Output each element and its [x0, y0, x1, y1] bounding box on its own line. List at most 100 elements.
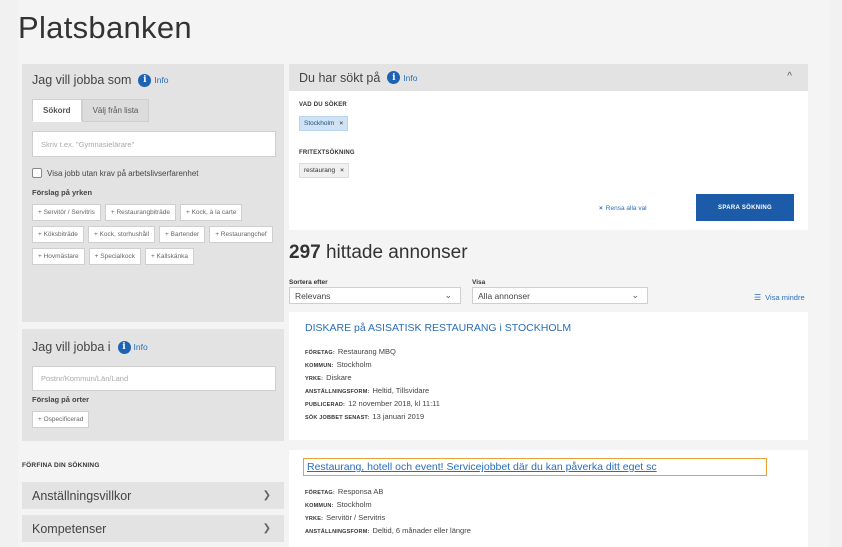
accordion-kompetenser[interactable]: Kompetenser ❯ — [22, 515, 284, 542]
list-icon: ☰ — [754, 293, 762, 302]
close-icon[interactable]: × — [340, 167, 344, 174]
job-search-heading: Jag vill jobba som — [32, 73, 132, 87]
chevron-up-icon[interactable]: ^ — [787, 71, 792, 82]
location-suggestions: + Ospecificerad — [32, 411, 280, 433]
clear-all-link[interactable]: × Rensa alla val — [599, 205, 647, 212]
job-listing-title[interactable]: Restaurang, hotell och event! Servicejob… — [303, 458, 767, 476]
meta-key: PUBLICERAD: — [305, 402, 346, 408]
meta-value: Restaurang MBQ — [337, 347, 396, 356]
meta-value: Stockholm — [336, 500, 372, 509]
search-tabs: Sökord Välj från lista — [32, 99, 150, 122]
suggestion-chip[interactable]: + Kock, à la carte — [179, 204, 243, 221]
suggestion-chip[interactable]: + Kock, storhushåll — [87, 226, 156, 243]
no-experience-checkbox[interactable] — [32, 168, 42, 178]
close-icon[interactable]: × — [339, 120, 343, 127]
listing-profession: YRKE: Diskare — [305, 373, 352, 382]
result-count-number: 297 — [289, 242, 321, 263]
job-listing-card[interactable]: DISKARE på ASISATISK RESTAURANG i STOCKH… — [289, 312, 808, 440]
listing-municipality: KOMMUN: Stockholm — [305, 360, 372, 369]
meta-key: YRKE: — [305, 376, 324, 382]
save-search-button[interactable]: SPARA SÖKNING — [696, 194, 794, 221]
suggestion-chip[interactable]: + Restaurangbiträde — [104, 204, 176, 221]
suggestion-chip[interactable]: + Servitör / Servitris — [32, 204, 101, 221]
meta-value: 13 januari 2019 — [372, 412, 425, 421]
suggestion-chip[interactable]: + Bartender — [159, 226, 206, 243]
search-tag: Stockholm × — [299, 116, 349, 131]
meta-key: KOMMUN: — [305, 363, 334, 369]
location-search-panel: Jag vill jobba i i Info Postnr/Kommun/Lä… — [22, 329, 284, 441]
result-count-suffix: hittade annonser — [325, 242, 468, 263]
chevron-down-icon: ❯ — [262, 490, 271, 501]
no-experience-checkbox-row[interactable]: Visa jobb utan krav på arbetslivserfaren… — [32, 168, 199, 178]
accordion-label: Anställningsvillkor — [32, 488, 132, 503]
search-summary-heading: Du har sökt på — [299, 70, 381, 85]
accordion-anstallningsvillkor[interactable]: Anställningsvillkor ❯ — [22, 482, 284, 509]
listing-profession: YRKE: Servitör / Servitris — [305, 513, 385, 522]
info-link[interactable]: i Info — [117, 340, 148, 354]
meta-value: Heltid, Tillsvidare — [372, 386, 430, 395]
location-suggestion-chip[interactable]: + Ospecificerad — [32, 411, 90, 428]
job-listing-card[interactable]: Restaurang, hotell och event! Servicejob… — [289, 450, 808, 547]
meta-value: 12 november 2018, kl 11:11 — [348, 399, 440, 408]
chevron-down-icon: ⌄ — [444, 290, 452, 300]
occupation-suggestions-label: Förslag på yrken — [32, 188, 93, 197]
suggestion-chip[interactable]: + Kallskänka — [144, 248, 194, 265]
freetext-search-label: FRITEXTSÖKNING — [299, 150, 355, 156]
meta-key: SÖK JOBBET SENAST: — [305, 415, 370, 421]
info-link[interactable]: i Info — [138, 73, 169, 87]
info-circle-icon: i — [117, 340, 131, 354]
listing-published: PUBLICERAD: 12 november 2018, kl 11:11 — [305, 399, 440, 408]
meta-key: ANSTÄLLNINGSFORM: — [305, 529, 370, 535]
job-search-header: Jag vill jobba som i Info — [22, 64, 284, 87]
close-icon: × — [599, 205, 603, 212]
meta-key: ANSTÄLLNINGSFORM: — [305, 389, 370, 395]
search-tag-label: Stockholm — [304, 120, 335, 127]
suggestion-chip[interactable]: + Köksbiträde — [32, 226, 84, 243]
page-title: Platsbanken — [18, 10, 192, 45]
info-label: Info — [133, 342, 148, 352]
suggestion-chip[interactable]: + Restaurangchef — [209, 226, 273, 243]
meta-key: YRKE: — [305, 516, 324, 522]
location-search-header: Jag vill jobba i i Info — [22, 329, 284, 354]
what-you-search-label: VAD DU SÖKER — [299, 102, 347, 108]
location-search-heading: Jag vill jobba i — [32, 340, 111, 354]
suggestion-chip[interactable]: + Hovmästare — [32, 248, 85, 265]
location-suggestions-label: Förslag på orter — [32, 395, 90, 404]
freetext-tag: restaurang × — [299, 163, 349, 178]
meta-value: Stockholm — [336, 360, 372, 369]
occupation-suggestions: + Servitör / Servitris + Restaurangbiträ… — [32, 204, 280, 270]
listing-company: FÖRETAG: Responsa AB — [305, 487, 383, 496]
meta-value: Deltid, 6 månader eller längre — [372, 526, 471, 535]
meta-key: FÖRETAG: — [305, 350, 335, 356]
job-search-panel: Jag vill jobba som i Info Sökord Välj fr… — [22, 64, 284, 322]
show-less-link[interactable]: ☰ Visa mindre — [754, 293, 805, 302]
tab-sokord[interactable]: Sökord — [32, 99, 82, 122]
info-circle-icon: i — [138, 73, 152, 87]
chevron-down-icon: ❯ — [262, 523, 271, 534]
meta-key: FÖRETAG: — [305, 490, 335, 496]
meta-key: KOMMUN: — [305, 503, 334, 509]
refine-search-label: FÖRFINA DIN SÖKNING — [22, 462, 100, 469]
job-listing-title[interactable]: DISKARE på ASISATISK RESTAURANG i STOCKH… — [305, 322, 571, 334]
info-label: Info — [154, 75, 169, 85]
search-summary-header[interactable]: Du har sökt på i Info ^ — [289, 64, 808, 91]
page: Platsbanken Jag vill jobba som i Info Sö… — [18, 0, 830, 547]
listing-employment: ANSTÄLLNINGSFORM: Heltid, Tillsvidare — [305, 386, 429, 395]
show-select[interactable]: Alla annonser ⌄ — [472, 287, 648, 304]
meta-value: Servitör / Servitris — [326, 513, 386, 522]
suggestion-chip[interactable]: + Specialkock — [88, 248, 141, 265]
show-select-value: Alla annonser — [478, 290, 530, 301]
info-link[interactable]: i Info — [387, 71, 417, 84]
occupation-search-input[interactable]: Skriv t.ex. "Gymnasielärare" — [32, 131, 276, 157]
info-circle-icon: i — [387, 71, 401, 84]
meta-value: Responsa AB — [337, 487, 384, 496]
accordion-label: Kompetenser — [32, 521, 107, 536]
tab-valj-fran-lista[interactable]: Välj från lista — [81, 99, 150, 122]
sort-label: Sortera efter — [289, 279, 328, 286]
listing-municipality: KOMMUN: Stockholm — [305, 500, 372, 509]
sort-select-value: Relevans — [295, 290, 331, 301]
sort-select[interactable]: Relevans ⌄ — [289, 287, 461, 304]
chevron-down-icon: ⌄ — [631, 290, 639, 300]
location-search-input[interactable]: Postnr/Kommun/Län/Land — [32, 366, 276, 391]
no-experience-label: Visa jobb utan krav på arbetslivserfaren… — [47, 168, 199, 178]
